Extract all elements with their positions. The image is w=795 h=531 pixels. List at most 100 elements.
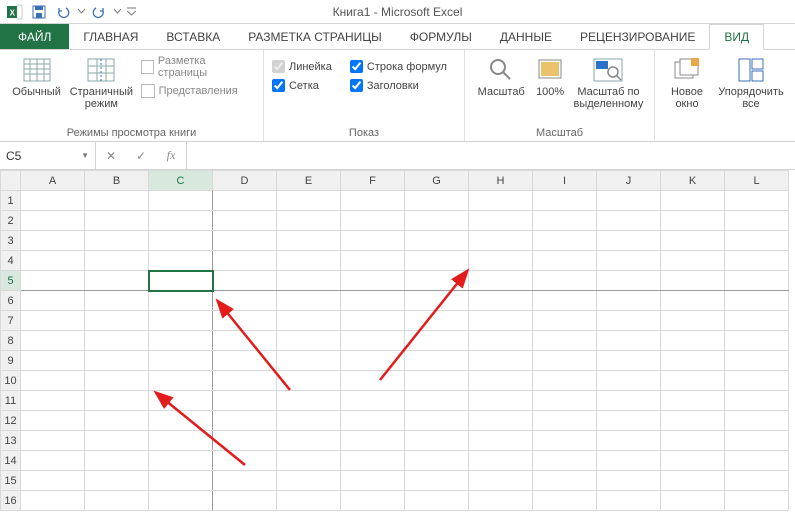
cell[interactable] (85, 231, 149, 251)
cell[interactable] (85, 451, 149, 471)
row-header[interactable]: 15 (1, 471, 21, 491)
row-header[interactable]: 13 (1, 431, 21, 451)
cell[interactable] (533, 291, 597, 311)
cell[interactable] (469, 311, 533, 331)
cell[interactable] (341, 291, 405, 311)
zoom-selection-button[interactable]: Масштаб по выделенному (571, 54, 646, 112)
cell[interactable] (85, 391, 149, 411)
cell[interactable] (341, 371, 405, 391)
ruler-checkbox[interactable]: Линейка (272, 60, 332, 73)
cell[interactable] (21, 371, 85, 391)
cell[interactable] (21, 251, 85, 271)
cell[interactable] (725, 211, 789, 231)
cell[interactable] (149, 351, 213, 371)
cell[interactable] (341, 311, 405, 331)
column-header[interactable]: C (149, 171, 213, 191)
cell[interactable] (149, 191, 213, 211)
cell[interactable] (405, 371, 469, 391)
cell[interactable] (277, 271, 341, 291)
cell[interactable] (533, 191, 597, 211)
row-header[interactable]: 3 (1, 231, 21, 251)
cell[interactable] (149, 471, 213, 491)
cell[interactable] (277, 371, 341, 391)
cell[interactable] (405, 351, 469, 371)
cell[interactable] (277, 251, 341, 271)
cell[interactable] (405, 411, 469, 431)
select-all-corner[interactable] (1, 171, 21, 191)
cell[interactable] (661, 391, 725, 411)
column-header[interactable]: I (533, 171, 597, 191)
cell[interactable] (469, 351, 533, 371)
cell[interactable] (405, 491, 469, 511)
cancel-formula-button[interactable]: ✕ (96, 142, 126, 169)
column-header[interactable]: B (85, 171, 149, 191)
cell[interactable] (149, 211, 213, 231)
cell[interactable] (469, 391, 533, 411)
confirm-formula-button[interactable]: ✓ (126, 142, 156, 169)
cell[interactable] (213, 231, 277, 251)
cell[interactable] (533, 231, 597, 251)
cell[interactable] (533, 431, 597, 451)
cell[interactable] (597, 311, 661, 331)
cell[interactable] (533, 451, 597, 471)
cell[interactable] (597, 491, 661, 511)
cell[interactable] (405, 331, 469, 351)
cell[interactable] (213, 471, 277, 491)
cell[interactable] (85, 311, 149, 331)
cell[interactable] (725, 451, 789, 471)
cell[interactable] (725, 351, 789, 371)
cell[interactable] (725, 471, 789, 491)
cell[interactable] (213, 411, 277, 431)
redo-dropdown-icon[interactable] (112, 1, 122, 23)
cell[interactable] (469, 371, 533, 391)
column-header[interactable]: K (661, 171, 725, 191)
save-icon[interactable] (28, 1, 50, 23)
row-header[interactable]: 5 (1, 271, 21, 291)
cell[interactable] (405, 271, 469, 291)
tab-home[interactable]: ГЛАВНАЯ (69, 24, 152, 49)
cell[interactable] (341, 491, 405, 511)
cell[interactable] (213, 271, 277, 291)
cell[interactable] (661, 411, 725, 431)
row-header[interactable]: 7 (1, 311, 21, 331)
row-header[interactable]: 12 (1, 411, 21, 431)
cell[interactable] (341, 351, 405, 371)
cell[interactable] (469, 331, 533, 351)
cell[interactable] (21, 471, 85, 491)
cell[interactable] (21, 231, 85, 251)
cell[interactable] (597, 451, 661, 471)
column-header[interactable]: E (277, 171, 341, 191)
formula-bar-input[interactable] (187, 142, 795, 169)
column-header[interactable]: L (725, 171, 789, 191)
cell[interactable] (469, 491, 533, 511)
tab-review[interactable]: РЕЦЕНЗИРОВАНИЕ (566, 24, 709, 49)
cell[interactable] (597, 291, 661, 311)
cell[interactable] (405, 431, 469, 451)
cell[interactable] (149, 391, 213, 411)
cell[interactable] (277, 291, 341, 311)
cell[interactable] (533, 471, 597, 491)
pagelayout-view-button[interactable]: Разметка страницы (138, 54, 255, 80)
cell[interactable] (341, 271, 405, 291)
cell[interactable] (277, 411, 341, 431)
cell[interactable] (405, 471, 469, 491)
cell[interactable] (661, 291, 725, 311)
redo-icon[interactable] (88, 1, 110, 23)
formulabar-checkbox[interactable]: Строка формул (350, 60, 447, 73)
cell[interactable] (725, 431, 789, 451)
cell[interactable] (149, 231, 213, 251)
cell[interactable] (597, 351, 661, 371)
cell[interactable] (341, 331, 405, 351)
cell[interactable] (533, 331, 597, 351)
cell[interactable] (469, 211, 533, 231)
cell[interactable] (149, 251, 213, 271)
cell[interactable] (21, 331, 85, 351)
qat-customize-icon[interactable] (124, 1, 138, 23)
cell[interactable] (277, 391, 341, 411)
row-header[interactable]: 8 (1, 331, 21, 351)
cell[interactable] (21, 211, 85, 231)
cell[interactable] (277, 431, 341, 451)
cell[interactable] (85, 291, 149, 311)
cell[interactable] (597, 211, 661, 231)
row-header[interactable]: 11 (1, 391, 21, 411)
